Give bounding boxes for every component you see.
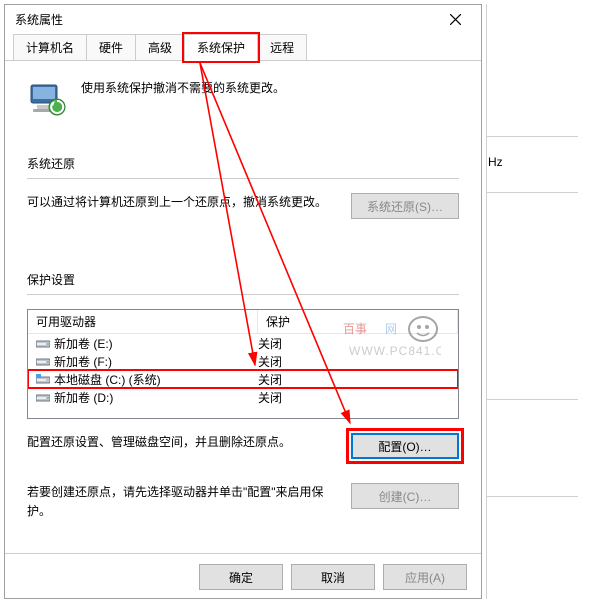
drive-name: 新加卷 (E:) (52, 335, 258, 352)
divider (27, 178, 459, 179)
drive-status: 关闭 (258, 353, 452, 370)
ok-button[interactable]: 确定 (199, 564, 283, 590)
drive-table[interactable]: 可用驱动器 保护 新加卷 (E:) 关闭 新加卷 (F:) 关闭 本地磁盘 (C… (27, 309, 459, 419)
configure-button[interactable]: 配置(O)… (351, 433, 459, 459)
system-properties-dialog: 系统属性 计算机名 硬件 高级 系统保护 远程 使用系统 (4, 4, 482, 599)
table-row[interactable]: 新加卷 (D:) 关闭 (28, 388, 458, 406)
intro-text: 使用系统保护撤消不需要的系统更改。 (81, 79, 285, 96)
section-protection-heading: 保护设置 (27, 271, 459, 288)
hdd-icon (34, 392, 52, 403)
window-title: 系统属性 (15, 11, 63, 28)
hdd-icon (34, 338, 52, 349)
system-protection-icon (27, 79, 67, 119)
tab-system-protection[interactable]: 系统保护 (184, 34, 258, 61)
system-drive-icon (34, 374, 52, 385)
section-restore-heading: 系统还原 (27, 155, 459, 172)
background-text: Hz (488, 155, 503, 169)
system-restore-button[interactable]: 系统还原(S)… (351, 193, 459, 219)
drive-name: 本地磁盘 (C:) (系统) (52, 371, 258, 388)
tab-advanced[interactable]: 高级 (135, 34, 185, 60)
background-panel (486, 4, 586, 599)
table-row-selected[interactable]: 本地磁盘 (C:) (系统) 关闭 (28, 370, 458, 388)
dialog-footer: 确定 取消 应用(A) (5, 553, 481, 600)
apply-button[interactable]: 应用(A) (383, 564, 467, 590)
create-description: 若要创建还原点，请先选择驱动器并单击"配置"来启用保护。 (27, 483, 337, 521)
table-header: 可用驱动器 保护 (28, 310, 458, 334)
drive-status: 关闭 (258, 389, 452, 406)
close-icon (450, 14, 461, 25)
restore-description: 可以通过将计算机还原到上一个还原点，撤消系统更改。 (27, 193, 337, 212)
titlebar: 系统属性 (5, 5, 481, 33)
hdd-icon (34, 356, 52, 367)
drive-status: 关闭 (258, 335, 452, 352)
intro-row: 使用系统保护撤消不需要的系统更改。 (27, 79, 459, 119)
cancel-button[interactable]: 取消 (291, 564, 375, 590)
drive-status: 关闭 (258, 371, 452, 388)
drive-name: 新加卷 (D:) (52, 389, 258, 406)
table-row[interactable]: 新加卷 (E:) 关闭 (28, 334, 458, 352)
col-status: 保护 (258, 310, 458, 333)
table-row[interactable]: 新加卷 (F:) 关闭 (28, 352, 458, 370)
divider (27, 294, 459, 295)
create-button[interactable]: 创建(C)… (351, 483, 459, 509)
tab-strip: 计算机名 硬件 高级 系统保护 远程 (5, 33, 481, 61)
tab-computer-name[interactable]: 计算机名 (13, 34, 87, 60)
col-drive: 可用驱动器 (28, 310, 258, 333)
drive-name: 新加卷 (F:) (52, 353, 258, 370)
tab-hardware[interactable]: 硬件 (86, 34, 136, 60)
tab-remote[interactable]: 远程 (257, 34, 307, 60)
tab-content: 使用系统保护撤消不需要的系统更改。 系统还原 可以通过将计算机还原到上一个还原点… (5, 61, 481, 553)
close-button[interactable] (433, 5, 477, 33)
configure-description: 配置还原设置、管理磁盘空间，并且删除还原点。 (27, 433, 337, 452)
